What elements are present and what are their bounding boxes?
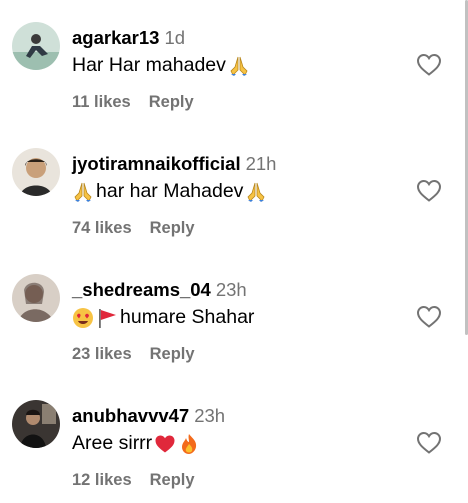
reply-button[interactable]: Reply <box>150 219 195 237</box>
comment-text: Har Har mahadev <box>72 54 250 77</box>
fire-emoji <box>178 433 200 455</box>
comment-meta: 74 likes Reply <box>72 219 195 238</box>
comment-item: _shedreams_04 23h humare Shahar 23 likes… <box>0 252 468 364</box>
likes-count[interactable]: 12 likes <box>72 471 132 489</box>
comment-text: Aree sirrr <box>72 432 200 455</box>
username-line: agarkar13 1d <box>72 27 185 49</box>
reply-button[interactable]: Reply <box>149 93 194 111</box>
like-heart-icon[interactable] <box>416 53 442 77</box>
avatar[interactable] <box>12 274 60 322</box>
comments-list: agarkar13 1d Har Har mahadev 11 likes Repl… <box>0 0 468 503</box>
avatar[interactable] <box>12 148 60 196</box>
red-flag-emoji <box>96 307 118 329</box>
like-heart-icon[interactable] <box>416 431 442 455</box>
username[interactable]: _shedreams_04 <box>72 279 211 300</box>
username[interactable]: agarkar13 <box>72 27 159 48</box>
likes-count[interactable]: 23 likes <box>72 345 132 363</box>
folded-hands-emoji <box>72 181 94 203</box>
like-heart-icon[interactable] <box>416 305 442 329</box>
username-line: jyotiramnaikofficial 21h <box>72 153 276 175</box>
comment-item: jyotiramnaikofficial21h har har Mahadev <box>0 126 468 238</box>
comment-item: agarkar13 1d Har Har mahadev 11 likes Repl… <box>0 0 468 112</box>
comment-text-part: Aree sirrr <box>72 432 153 454</box>
likes-count[interactable]: 11 likes <box>72 93 131 111</box>
timestamp: 21h <box>245 153 277 174</box>
red-heart-emoji <box>154 433 176 455</box>
like-heart-icon[interactable] <box>416 179 442 203</box>
username-line: _shedreams_04 23h <box>72 279 247 301</box>
folded-hands-emoji <box>228 55 250 77</box>
likes-count[interactable]: 74 likes <box>72 219 132 237</box>
comment-item: anubhavvv47 23h Aree sirrr 12 likes Reply <box>0 378 468 490</box>
folded-hands-emoji <box>245 181 267 203</box>
timestamp: 23h <box>194 405 226 426</box>
comment-text: har har Mahadev <box>72 180 267 203</box>
comment-text: humare Shahar <box>72 306 254 329</box>
comment-meta: 12 likes Reply <box>72 471 195 490</box>
reply-button[interactable]: Reply <box>150 471 195 489</box>
username[interactable]: jyotiramnaikofficial <box>72 153 241 174</box>
reply-button[interactable]: Reply <box>150 345 195 363</box>
timestamp: 23h <box>215 279 247 300</box>
username[interactable]: anubhavvv47 <box>72 405 189 426</box>
timestamp: 1d <box>164 27 186 48</box>
comment-meta: 11 likes Reply <box>72 93 194 112</box>
avatar[interactable] <box>12 22 60 70</box>
comment-meta: 23 likes Reply <box>72 345 195 364</box>
heart-eyes-emoji <box>72 307 94 329</box>
comment-text-part: har har Mahadev <box>96 180 244 202</box>
comment-text-part: humare Shahar <box>120 306 255 328</box>
comment-text-part: Har Har mahadev <box>72 54 226 76</box>
avatar[interactable] <box>12 400 60 448</box>
username-line: anubhavvv47 23h <box>72 405 225 427</box>
